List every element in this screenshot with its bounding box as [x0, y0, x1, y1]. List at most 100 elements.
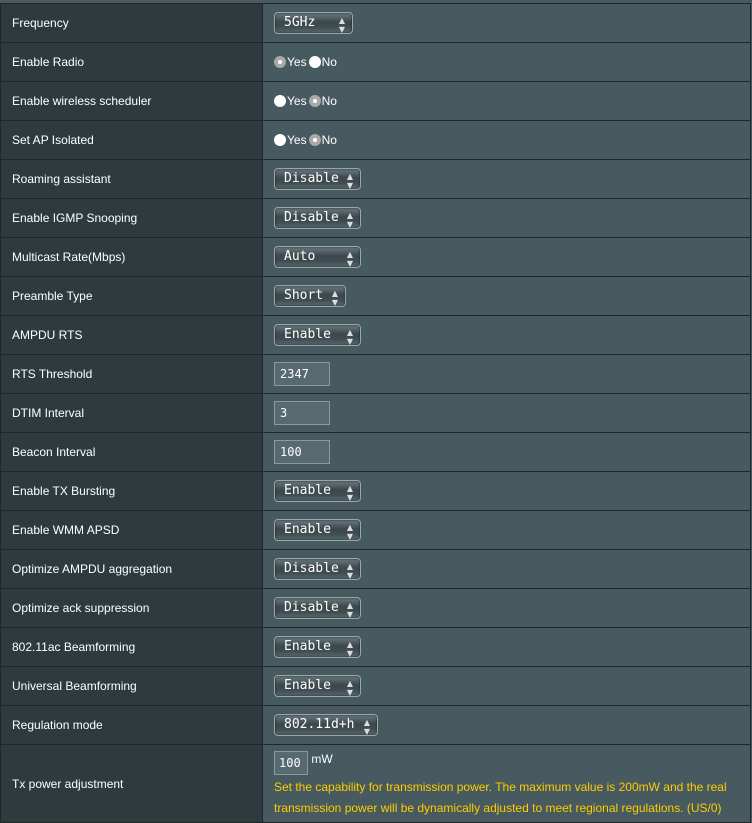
radio-no-label: No [321, 133, 337, 147]
setting-value-cell: Disable ▲ ▼ [262, 198, 751, 238]
setting-row-enable-wireless-scheduler: Enable wireless scheduler Yes No [0, 81, 751, 121]
setting-label: Universal Beamforming [0, 666, 263, 706]
selected-value: Disable [284, 561, 339, 576]
radio-yes-label: Yes [287, 133, 307, 147]
setting-value-cell: Disable ▲ ▼ [262, 588, 751, 628]
select-arrows-icon: ▲ ▼ [346, 601, 353, 619]
setting-label: Enable WMM APSD [0, 510, 263, 550]
select-arrows-icon: ▲ ▼ [338, 16, 345, 34]
optimize-ack-suppression-select[interactable]: Disable ▲ ▼ [274, 597, 361, 619]
preamble-type-select[interactable]: Short ▲ ▼ [274, 285, 346, 307]
setting-label: Enable wireless scheduler [0, 81, 263, 121]
selected-value: 802.11d+h [284, 717, 355, 732]
setting-value-cell: Enable ▲ ▼ [262, 471, 751, 511]
radio-no-label: No [321, 55, 337, 69]
regulation-mode-select[interactable]: 802.11d+h ▲ ▼ [274, 714, 378, 736]
beacon-interval-input[interactable]: 100 [274, 440, 330, 464]
setting-label: Tx power adjustment [0, 744, 263, 823]
enable-igmp-snooping-select[interactable]: Disable ▲ ▼ [274, 207, 361, 229]
select-arrows-icon: ▲ ▼ [346, 484, 353, 502]
setting-row-roaming-assistant: Roaming assistant Disable ▲ ▼ [0, 159, 751, 199]
setting-row-dtim-interval: DTIM Interval 3 [0, 393, 751, 433]
setting-label: 802.11ac Beamforming [0, 627, 263, 667]
setting-value-cell: Enable ▲ ▼ [262, 510, 751, 550]
selected-value: 5GHz [284, 15, 316, 30]
setting-value-cell: Yes No [262, 81, 751, 121]
setting-label: Optimize AMPDU aggregation [0, 549, 263, 589]
select-arrows-icon: ▲ ▼ [346, 172, 353, 190]
setting-row-set-ap-isolated: Set AP Isolated Yes No [0, 120, 751, 160]
setting-label: Frequency [0, 3, 263, 43]
universal-beamforming-select[interactable]: Enable ▲ ▼ [274, 675, 361, 697]
setting-row-beacon-interval: Beacon Interval 100 [0, 432, 751, 472]
setting-row-enable-wmm-apsd: Enable WMM APSD Enable ▲ ▼ [0, 510, 751, 550]
selected-value: Auto [284, 249, 316, 264]
setting-row-optimize-ack-suppression: Optimize ack suppression Disable ▲ ▼ [0, 588, 751, 628]
setting-row-regulation-mode: Regulation mode 802.11d+h ▲ ▼ [0, 705, 751, 745]
setting-row-802-11ac-beamforming: 802.11ac Beamforming Enable ▲ ▼ [0, 627, 751, 667]
setting-label: Enable Radio [0, 42, 263, 82]
setting-value-cell: 100 mW Set the capability for transmissio… [262, 744, 751, 823]
setting-value-cell: 3 [262, 393, 751, 433]
setting-label: RTS Threshold [0, 354, 263, 394]
rts-threshold-input[interactable]: 2347 [274, 362, 330, 386]
setting-value-cell: Auto ▲ ▼ [262, 237, 751, 277]
select-arrows-icon: ▲ ▼ [346, 679, 353, 697]
roaming-assistant-select[interactable]: Disable ▲ ▼ [274, 168, 361, 190]
setting-value-cell: Disable ▲ ▼ [262, 159, 751, 199]
radio-yes[interactable] [274, 95, 286, 107]
setting-label: Preamble Type [0, 276, 263, 316]
enable-wmm-apsd-select[interactable]: Enable ▲ ▼ [274, 519, 361, 541]
dtim-interval-input[interactable]: 3 [274, 401, 330, 425]
select-arrows-icon: ▲ ▼ [346, 523, 353, 541]
select-arrows-icon: ▲ ▼ [331, 289, 338, 307]
setting-row-multicast-rate-mbps: Multicast Rate(Mbps) Auto ▲ ▼ [0, 237, 751, 277]
setting-value-cell: Enable ▲ ▼ [262, 627, 751, 667]
radio-yes-label: Yes [287, 94, 307, 108]
select-arrows-icon: ▲ ▼ [346, 328, 353, 346]
select-arrows-icon: ▲ ▼ [363, 718, 370, 736]
radio-yes[interactable] [274, 134, 286, 146]
radio-no[interactable] [308, 95, 321, 107]
setting-row-enable-igmp-snooping: Enable IGMP Snooping Disable ▲ ▼ [0, 198, 751, 238]
selected-value: Disable [284, 600, 339, 615]
setting-row-optimize-ampdu-aggregation: Optimize AMPDU aggregation Disable ▲ ▼ [0, 549, 751, 589]
select-arrows-icon: ▲ ▼ [346, 211, 353, 229]
radio-no[interactable] [308, 134, 321, 146]
wireless-professional-settings: Frequency 5GHz ▲ ▼ Enable Radio Yes No Enable w… [0, 3, 751, 823]
setting-label: Enable TX Bursting [0, 471, 263, 511]
setting-row-ampdu-rts: AMPDU RTS Enable ▲ ▼ [0, 315, 751, 355]
setting-value-cell: 5GHz ▲ ▼ [262, 3, 751, 43]
multicast-rate-mbps-select[interactable]: Auto ▲ ▼ [274, 246, 361, 268]
selected-value: Enable [284, 639, 331, 654]
selected-value: Short [284, 288, 324, 303]
setting-label: Optimize ack suppression [0, 588, 263, 628]
selected-value: Enable [284, 327, 331, 342]
ampdu-rts-select[interactable]: Enable ▲ ▼ [274, 324, 361, 346]
selected-value: Disable [284, 171, 339, 186]
enable-tx-bursting-select[interactable]: Enable ▲ ▼ [274, 480, 361, 502]
frequency-select[interactable]: 5GHz ▲ ▼ [274, 12, 353, 34]
setting-value-cell: 2347 [262, 354, 751, 394]
setting-label: Regulation mode [0, 705, 263, 745]
optimize-ampdu-aggregation-select[interactable]: Disable ▲ ▼ [274, 558, 361, 580]
tx-power-input[interactable]: 100 [274, 751, 308, 775]
setting-value-cell: Short ▲ ▼ [262, 276, 751, 316]
setting-value-cell: Enable ▲ ▼ [262, 666, 751, 706]
unit-label: mW [311, 752, 333, 766]
radio-no-label: No [321, 94, 337, 108]
802-11ac-beamforming-select[interactable]: Enable ▲ ▼ [274, 636, 361, 658]
selected-value: Enable [284, 483, 331, 498]
setting-row-universal-beamforming: Universal Beamforming Enable ▲ ▼ [0, 666, 751, 706]
setting-label: Set AP Isolated [0, 120, 263, 160]
selected-value: Enable [284, 678, 331, 693]
setting-value-cell: Enable ▲ ▼ [262, 315, 751, 355]
setting-row-preamble-type: Preamble Type Short ▲ ▼ [0, 276, 751, 316]
setting-value-cell: Disable ▲ ▼ [262, 549, 751, 589]
setting-label: AMPDU RTS [0, 315, 263, 355]
select-arrows-icon: ▲ ▼ [346, 640, 353, 658]
setting-label: Enable IGMP Snooping [0, 198, 263, 238]
radio-yes[interactable] [274, 56, 286, 68]
select-arrows-icon: ▲ ▼ [346, 562, 353, 580]
radio-no[interactable] [308, 56, 321, 68]
